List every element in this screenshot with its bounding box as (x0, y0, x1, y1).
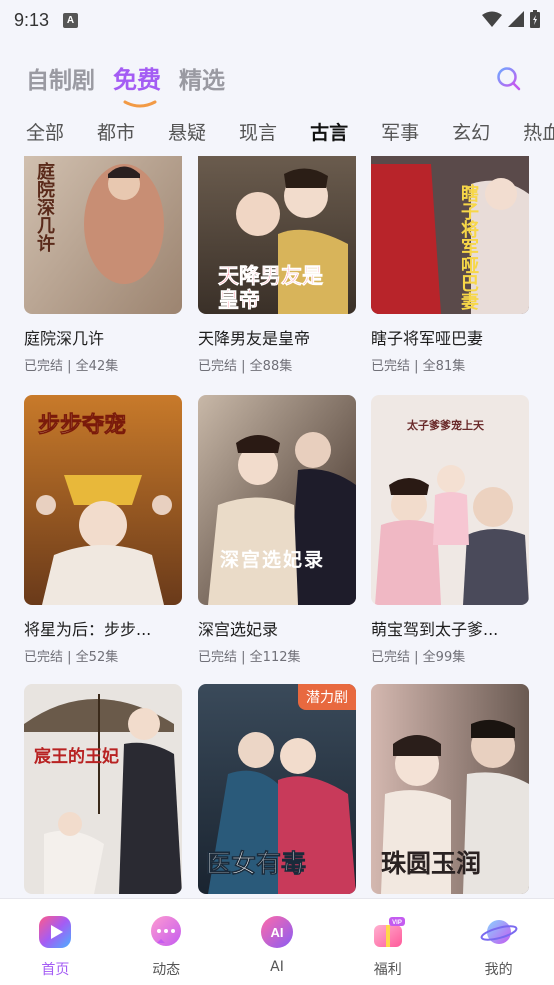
category-modern-romance[interactable]: 现言 (239, 118, 277, 148)
nav-label: 动态 (152, 962, 181, 978)
poster-title: 宸王的王妃 (34, 747, 119, 767)
drama-episodes: 全42集 (75, 359, 119, 374)
drama-title: 庭院深几许 (24, 329, 105, 348)
svg-text:VIP: VIP (392, 920, 402, 926)
top-tabs: 自制剧 免费 精选 (26, 60, 225, 108)
drama-title: 将星为后：步步... (24, 620, 152, 639)
poster[interactable]: 潜力剧 医女有毒 (198, 684, 356, 894)
drama-episodes: 全112集 (249, 650, 301, 665)
gift-vip-icon: VIP (373, 917, 405, 947)
poster[interactable]: 太子爹爹宠上天 (371, 395, 529, 605)
category-fantasy[interactable]: 玄幻 (452, 118, 490, 148)
poster[interactable]: 深宫选妃录 (198, 395, 356, 605)
nav-me[interactable]: 我的 (443, 899, 554, 985)
drama-grid: 庭院深几许 庭院深几许 已完结 | 全42集 天降男友是皇帝 天降男友是皇帝 已… (24, 156, 530, 898)
poster-title: 天降男友是皇帝 (218, 263, 324, 312)
battery-icon (530, 10, 540, 28)
drama-meta: 已完结 | 全81集 (371, 359, 466, 374)
poster[interactable]: 庭院深几许 (24, 156, 182, 314)
nav-feed[interactable]: 动态 (111, 899, 222, 985)
home-play-icon (39, 916, 72, 948)
nav-label: 我的 (484, 962, 513, 978)
tab-free[interactable]: 免费 (113, 60, 161, 108)
category-suspense[interactable]: 悬疑 (168, 118, 206, 148)
active-tab-underline (123, 100, 157, 108)
nav-label: 首页 (41, 962, 70, 978)
status-icons (482, 10, 540, 28)
drama-status: 已完结 (371, 359, 411, 374)
tab-self-made[interactable]: 自制剧 (26, 61, 95, 95)
poster[interactable]: 瞎子将军哑巴妻 (371, 156, 529, 314)
notification-icon: A (63, 12, 79, 28)
drama-title: 瞎子将军哑巴妻 (371, 329, 484, 348)
poster[interactable]: 步步夺宠 (24, 395, 182, 605)
poster[interactable]: 天降男友是皇帝 (198, 156, 356, 314)
category-urban[interactable]: 都市 (97, 118, 135, 148)
category-ancient-romance[interactable]: 古言 (310, 118, 348, 148)
drama-card[interactable]: 步步夺宠 将星为后：步步... 已完结 | 全52集 (24, 395, 182, 665)
drama-card[interactable]: 深宫选妃录 深宫选妃录 已完结 | 全112集 (198, 395, 356, 665)
drama-meta: 已完结 | 全112集 (198, 650, 301, 665)
svg-text:AI: AI (270, 925, 283, 940)
poster-title: 庭院深几许 (34, 162, 55, 252)
category-tabs: 全部 都市 悬疑 现言 古言 军事 玄幻 热血 (26, 118, 554, 148)
tab-label: 自制剧 (26, 68, 95, 94)
nav-label: 福利 (373, 962, 402, 978)
poster-title: 步步夺宠 (38, 412, 127, 439)
drama-status: 已完结 (371, 650, 411, 665)
drama-meta: 已完结 | 全88集 (198, 359, 293, 374)
tab-label: 精选 (179, 68, 225, 94)
search-icon[interactable] (496, 66, 522, 92)
nav-label: AI (270, 959, 284, 975)
drama-episodes: 全52集 (75, 650, 119, 665)
category-military[interactable]: 军事 (381, 118, 419, 148)
drama-episodes: 全81集 (422, 359, 466, 374)
poster-title: 深宫选妃录 (220, 549, 326, 571)
chat-bubble-icon (151, 916, 182, 946)
nav-ai[interactable]: AI AI (222, 899, 333, 985)
tab-selected[interactable]: 精选 (179, 61, 225, 95)
drama-card[interactable]: 珠圆玉润 (371, 684, 529, 898)
poster[interactable]: 珠圆玉润 (371, 684, 529, 894)
drama-status: 已完结 (24, 359, 64, 374)
category-all[interactable]: 全部 (26, 118, 64, 148)
drama-card[interactable]: 太子爹爹宠上天 萌宝驾到太子爹... 已完结 | 全99集 (371, 395, 529, 665)
nav-home[interactable]: 首页 (0, 899, 111, 985)
drama-card[interactable]: 潜力剧 医女有毒 (198, 684, 356, 898)
drama-status: 已完结 (198, 359, 238, 374)
poster-title: 太子爹爹宠上天 (407, 419, 484, 432)
poster-title: 瞎子将军哑巴妻 (458, 184, 479, 310)
drama-meta: 已完结 | 全42集 (24, 359, 119, 374)
poster-title: 医女有毒 (206, 849, 307, 879)
poster-title: 珠圆玉润 (381, 849, 482, 878)
status-time: 9:13 (14, 9, 50, 30)
wifi-icon (482, 11, 502, 27)
bottom-nav: 首页 动态 AI AI VIP 福利 我的 (0, 898, 554, 985)
drama-status: 已完结 (24, 650, 64, 665)
ai-icon: AI (260, 916, 293, 948)
drama-card[interactable]: 宸王的王妃 (24, 684, 182, 898)
drama-episodes: 全88集 (249, 359, 293, 374)
drama-title: 天降男友是皇帝 (198, 329, 311, 348)
drama-meta: 已完结 | 全99集 (371, 650, 466, 665)
drama-meta: 已完结 | 全52集 (24, 650, 119, 665)
drama-title: 深宫选妃录 (198, 620, 279, 639)
drama-card[interactable]: 庭院深几许 庭院深几许 已完结 | 全42集 (24, 156, 182, 374)
signal-icon (508, 11, 524, 27)
drama-episodes: 全99集 (422, 650, 466, 665)
drama-title: 萌宝驾到太子爹... (371, 620, 499, 639)
category-hot-blood[interactable]: 热血 (523, 118, 554, 148)
nav-welfare[interactable]: VIP 福利 (332, 899, 443, 985)
poster[interactable]: 宸王的王妃 (24, 684, 182, 894)
status-bar: 9:13 A (0, 0, 554, 40)
potential-badge: 潜力剧 (298, 684, 356, 710)
drama-card[interactable]: 瞎子将军哑巴妻 瞎子将军哑巴妻 已完结 | 全81集 (371, 156, 529, 374)
tab-label: 免费 (113, 66, 161, 94)
planet-icon (480, 920, 518, 944)
drama-card[interactable]: 天降男友是皇帝 天降男友是皇帝 已完结 | 全88集 (198, 156, 356, 374)
drama-status: 已完结 (198, 650, 238, 665)
